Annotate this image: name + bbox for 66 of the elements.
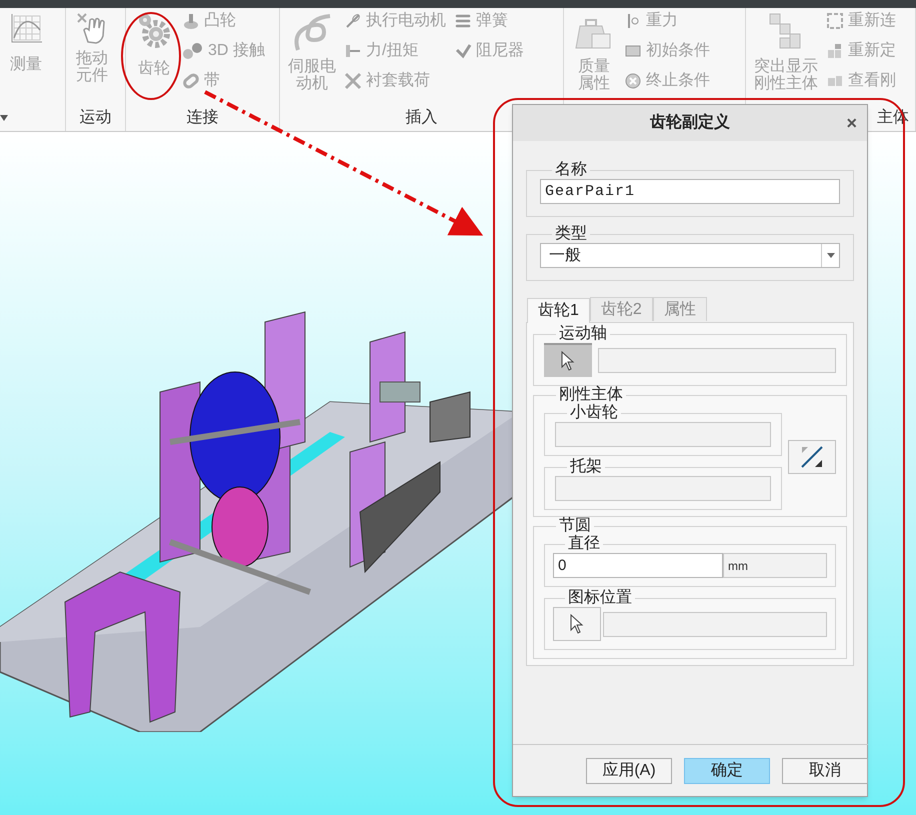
position-field[interactable] — [603, 612, 827, 636]
tab[interactable]: 齿轮1 — [527, 298, 590, 323]
group-label: 刚性主体 — [558, 386, 624, 404]
ribbon-button[interactable]: 3D 接触 — [182, 40, 265, 62]
ribbon-button[interactable]: 初始条件 — [624, 40, 710, 62]
dialog-button[interactable]: 确定 — [684, 758, 770, 784]
bushing-icon — [344, 72, 362, 90]
ribbon-button[interactable]: 质量属性 — [572, 10, 616, 92]
spring-icon — [454, 12, 472, 30]
tab[interactable]: 属性 — [652, 297, 707, 321]
ribbon-button[interactable]: 重新定 — [826, 40, 896, 62]
ribbon-button[interactable]: 带 — [182, 70, 265, 92]
ribbon-button[interactable]: 终止条件 — [624, 70, 710, 92]
group-label: 节圆 — [558, 517, 592, 534]
carrier-field[interactable] — [555, 476, 771, 501]
type-dropdown[interactable]: 一般 — [540, 243, 840, 268]
caret-icon[interactable] — [0, 115, 8, 122]
cursor-arrow-icon — [570, 614, 584, 634]
dialog-button[interactable]: 应用(A) — [586, 758, 672, 784]
group-label: 小齿轮 — [569, 404, 619, 422]
group-label: 运动轴 — [558, 325, 608, 343]
ribbon-button[interactable]: 衬套载荷 — [344, 70, 446, 92]
cursor-arrow-icon — [561, 351, 575, 371]
select-button[interactable] — [553, 607, 601, 641]
spheres-icon — [182, 42, 204, 60]
close-button[interactable]: × — [846, 110, 857, 136]
ribbon-button[interactable]: 重力 — [624, 10, 710, 32]
ribbon-button[interactable]: 测量 — [8, 10, 44, 73]
diagonal-arrows-icon — [799, 444, 825, 470]
ribbon-button[interactable]: 力/扭矩 — [344, 40, 446, 62]
group-label: 托架 — [569, 458, 603, 476]
pinion-field[interactable] — [555, 422, 771, 447]
ribbon-button[interactable]: 凸轮 — [182, 10, 265, 32]
group-label: 连接 — [186, 108, 218, 128]
tab[interactable]: 齿轮2 — [590, 297, 653, 321]
dialog-button[interactable]: 取消 — [782, 758, 868, 784]
link-icon — [344, 12, 362, 30]
damper-icon — [454, 42, 472, 60]
group-label: 插入 — [406, 108, 438, 128]
force-icon — [344, 42, 362, 60]
ribbon-button[interactable]: 重新连 — [826, 10, 896, 32]
ribbon-button[interactable]: 弹簧 — [454, 10, 524, 32]
group-label: 名称 — [554, 161, 588, 179]
group-label: 类型 — [554, 225, 588, 243]
ribbon-button[interactable]: 查看刚 — [826, 70, 896, 92]
ribbon-button[interactable]: 突出显示刚性主体 — [754, 10, 818, 92]
dialog-title: 齿轮副定义 — [650, 112, 730, 133]
ribbon-button[interactable]: 执行电动机 — [344, 10, 446, 32]
ribbon-button[interactable]: 齿轮 — [134, 10, 174, 77]
squares-icon — [826, 12, 844, 30]
ribbon-button[interactable]: 伺服电动机 — [288, 10, 336, 92]
group-label: 图标位置 — [567, 589, 633, 607]
ribbon-button[interactable]: 阻尼器 — [454, 40, 524, 62]
ribbon-button[interactable]: 拖动元件 — [74, 10, 110, 84]
group-label: 运动 — [80, 108, 112, 128]
axis-field[interactable] — [598, 348, 836, 372]
cam-icon — [182, 12, 200, 30]
group-label: 直径 — [567, 535, 601, 553]
grid-icon — [826, 42, 844, 60]
diameter-input[interactable]: 0 — [553, 553, 723, 578]
swap-button[interactable] — [788, 440, 836, 474]
belt-icon — [182, 72, 200, 90]
stop-icon — [624, 72, 642, 90]
unit-label: mm — [723, 553, 827, 578]
select-button[interactable] — [544, 343, 592, 377]
name-input[interactable]: GearPair1 — [540, 179, 840, 204]
